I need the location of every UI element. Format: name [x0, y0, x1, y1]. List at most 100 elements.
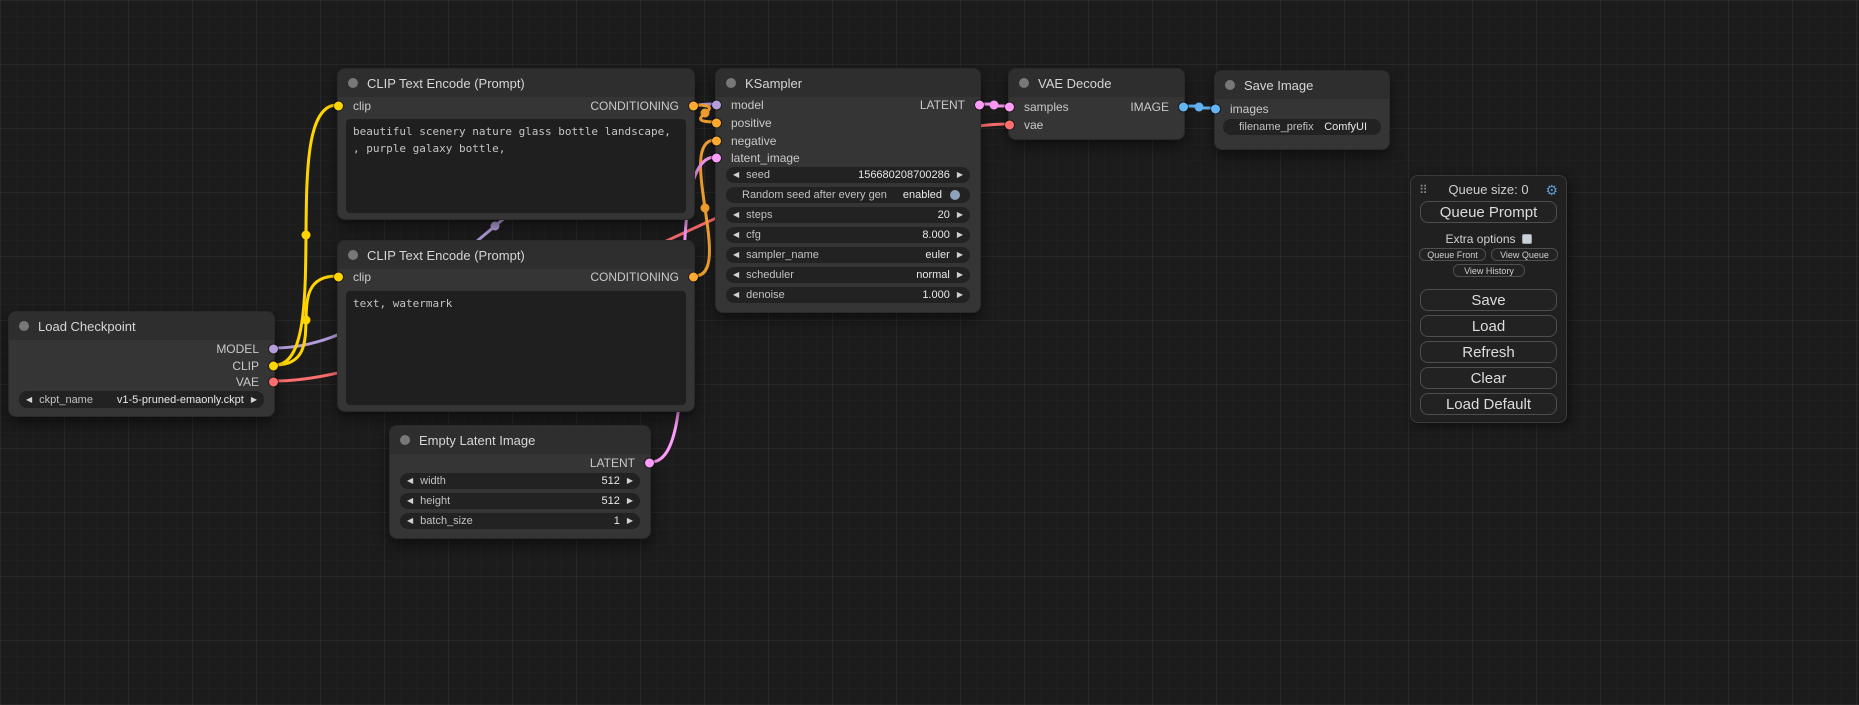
- samples-input-port[interactable]: [1005, 103, 1014, 112]
- clip-input-port[interactable]: [334, 102, 343, 111]
- node-title: KSampler: [745, 76, 802, 91]
- drag-handle-icon[interactable]: ⠿: [1419, 183, 1428, 197]
- increment-arrow-icon[interactable]: ▶: [627, 497, 633, 505]
- denoise-widget[interactable]: ◀ denoise 1.000 ▶: [726, 287, 970, 303]
- sampler-name-widget[interactable]: ◀ sampler_name euler ▶: [726, 247, 970, 263]
- conditioning-output-port[interactable]: [689, 273, 698, 282]
- increment-arrow-icon[interactable]: ▶: [957, 271, 963, 279]
- width-widget[interactable]: ◀ width 512 ▶: [400, 473, 640, 489]
- view-history-button[interactable]: View History: [1453, 264, 1525, 277]
- extra-options-checkbox[interactable]: [1522, 234, 1532, 244]
- collapse-dot[interactable]: [1225, 80, 1235, 90]
- collapse-dot[interactable]: [348, 250, 358, 260]
- decrement-arrow-icon[interactable]: ◀: [733, 271, 739, 279]
- collapse-dot[interactable]: [726, 78, 736, 88]
- queue-header: ⠿ Queue size: 0 ⚙: [1411, 182, 1566, 200]
- node-title-bar[interactable]: KSampler: [716, 69, 980, 97]
- increment-arrow-icon[interactable]: ▶: [627, 517, 633, 525]
- slot-label: clip: [353, 270, 371, 284]
- increment-arrow-icon[interactable]: ▶: [957, 171, 963, 179]
- slot-label: CONDITIONING: [590, 99, 679, 113]
- decrement-arrow-icon[interactable]: ◀: [733, 251, 739, 259]
- decrement-arrow-icon[interactable]: ◀: [733, 171, 739, 179]
- node-vae-decode[interactable]: VAE Decode samples vae IMAGE: [1008, 68, 1185, 140]
- filename-prefix-widget[interactable]: filename_prefix ComfyUI: [1223, 119, 1381, 135]
- increment-arrow-icon[interactable]: ▶: [957, 291, 963, 299]
- scheduler-widget[interactable]: ◀ scheduler normal ▶: [726, 267, 970, 283]
- slot-samples-in: samples: [1009, 100, 1069, 114]
- steps-widget[interactable]: ◀ steps 20 ▶: [726, 207, 970, 223]
- increment-arrow-icon[interactable]: ▶: [957, 231, 963, 239]
- node-title-bar[interactable]: Load Checkpoint: [9, 312, 274, 340]
- increment-arrow-icon[interactable]: ▶: [957, 211, 963, 219]
- positive-input-port[interactable]: [712, 119, 721, 128]
- prompt-textarea[interactable]: text, watermark: [346, 291, 686, 405]
- decrement-arrow-icon[interactable]: ◀: [407, 517, 413, 525]
- collapse-dot[interactable]: [19, 321, 29, 331]
- node-ksampler[interactable]: KSampler model positive negative latent_…: [715, 68, 981, 313]
- load-default-button[interactable]: Load Default: [1420, 393, 1557, 415]
- refresh-button[interactable]: Refresh: [1420, 341, 1557, 363]
- node-title-bar[interactable]: VAE Decode: [1009, 69, 1184, 97]
- node-title-bar[interactable]: CLIP Text Encode (Prompt): [338, 241, 694, 269]
- node-title: VAE Decode: [1038, 76, 1111, 91]
- vae-output-port[interactable]: [269, 378, 278, 387]
- random-seed-toggle[interactable]: [950, 190, 960, 200]
- slot-clip-in: clip: [338, 270, 371, 284]
- node-title: CLIP Text Encode (Prompt): [367, 248, 525, 263]
- node-load-checkpoint[interactable]: Load Checkpoint MODEL CLIP VAE ◀ ckpt_na…: [8, 311, 275, 417]
- model-output-port[interactable]: [269, 345, 278, 354]
- collapse-dot[interactable]: [1019, 78, 1029, 88]
- graph-canvas[interactable]: Load Checkpoint MODEL CLIP VAE ◀ ckpt_na…: [0, 0, 1859, 705]
- prompt-textarea[interactable]: beautiful scenery nature glass bottle la…: [346, 119, 686, 213]
- slot-image-out: IMAGE: [1130, 100, 1184, 114]
- link-dot-clip-positive: [302, 231, 311, 240]
- height-widget[interactable]: ◀ height 512 ▶: [400, 493, 640, 509]
- load-button[interactable]: Load: [1420, 315, 1557, 337]
- increment-arrow-icon[interactable]: ▶: [251, 396, 257, 404]
- save-button[interactable]: Save: [1420, 289, 1557, 311]
- ckpt-name-widget[interactable]: ◀ ckpt_name v1-5-pruned-emaonly.ckpt ▶: [19, 391, 264, 408]
- clip-output-port[interactable]: [269, 362, 278, 371]
- slot-clip-in: clip: [338, 99, 371, 113]
- queue-prompt-button[interactable]: Queue Prompt: [1420, 201, 1557, 223]
- node-title-bar[interactable]: CLIP Text Encode (Prompt): [338, 69, 694, 97]
- decrement-arrow-icon[interactable]: ◀: [733, 211, 739, 219]
- clear-button[interactable]: Clear: [1420, 367, 1557, 389]
- gear-icon[interactable]: ⚙: [1545, 182, 1558, 199]
- increment-arrow-icon[interactable]: ▶: [627, 477, 633, 485]
- latent-output-port[interactable]: [975, 101, 984, 110]
- node-title-bar[interactable]: Save Image: [1215, 71, 1389, 99]
- slot-label: latent_image: [731, 151, 800, 165]
- node-clip-text-encode-negative[interactable]: CLIP Text Encode (Prompt) clip CONDITION…: [337, 240, 695, 412]
- decrement-arrow-icon[interactable]: ◀: [26, 396, 32, 404]
- seed-widget[interactable]: ◀ seed 156680208700286 ▶: [726, 167, 970, 183]
- conditioning-output-port[interactable]: [689, 102, 698, 111]
- random-seed-widget[interactable]: Random seed after every gen enabled: [726, 187, 970, 203]
- decrement-arrow-icon[interactable]: ◀: [733, 231, 739, 239]
- images-input-port[interactable]: [1211, 105, 1220, 114]
- decrement-arrow-icon[interactable]: ◀: [407, 477, 413, 485]
- vae-input-port[interactable]: [1005, 121, 1014, 130]
- increment-arrow-icon[interactable]: ▶: [957, 251, 963, 259]
- view-queue-button[interactable]: View Queue: [1491, 248, 1558, 261]
- model-input-port[interactable]: [712, 101, 721, 110]
- image-output-port[interactable]: [1179, 103, 1188, 112]
- node-title-bar[interactable]: Empty Latent Image: [390, 426, 650, 454]
- node-save-image[interactable]: Save Image images filename_prefix ComfyU…: [1214, 70, 1390, 150]
- decrement-arrow-icon[interactable]: ◀: [733, 291, 739, 299]
- link-dot-conditioning-positive: [701, 109, 710, 118]
- batch-size-widget[interactable]: ◀ batch_size 1 ▶: [400, 513, 640, 529]
- latent-image-input-port[interactable]: [712, 154, 721, 163]
- latent-output-port[interactable]: [645, 459, 654, 468]
- slot-label: IMAGE: [1130, 100, 1169, 114]
- queue-front-button[interactable]: Queue Front: [1419, 248, 1486, 261]
- collapse-dot[interactable]: [348, 78, 358, 88]
- cfg-widget[interactable]: ◀ cfg 8.000 ▶: [726, 227, 970, 243]
- node-clip-text-encode-positive[interactable]: CLIP Text Encode (Prompt) clip CONDITION…: [337, 68, 695, 220]
- negative-input-port[interactable]: [712, 137, 721, 146]
- decrement-arrow-icon[interactable]: ◀: [407, 497, 413, 505]
- clip-input-port[interactable]: [334, 273, 343, 282]
- collapse-dot[interactable]: [400, 435, 410, 445]
- node-empty-latent-image[interactable]: Empty Latent Image LATENT ◀ width 512 ▶ …: [389, 425, 651, 539]
